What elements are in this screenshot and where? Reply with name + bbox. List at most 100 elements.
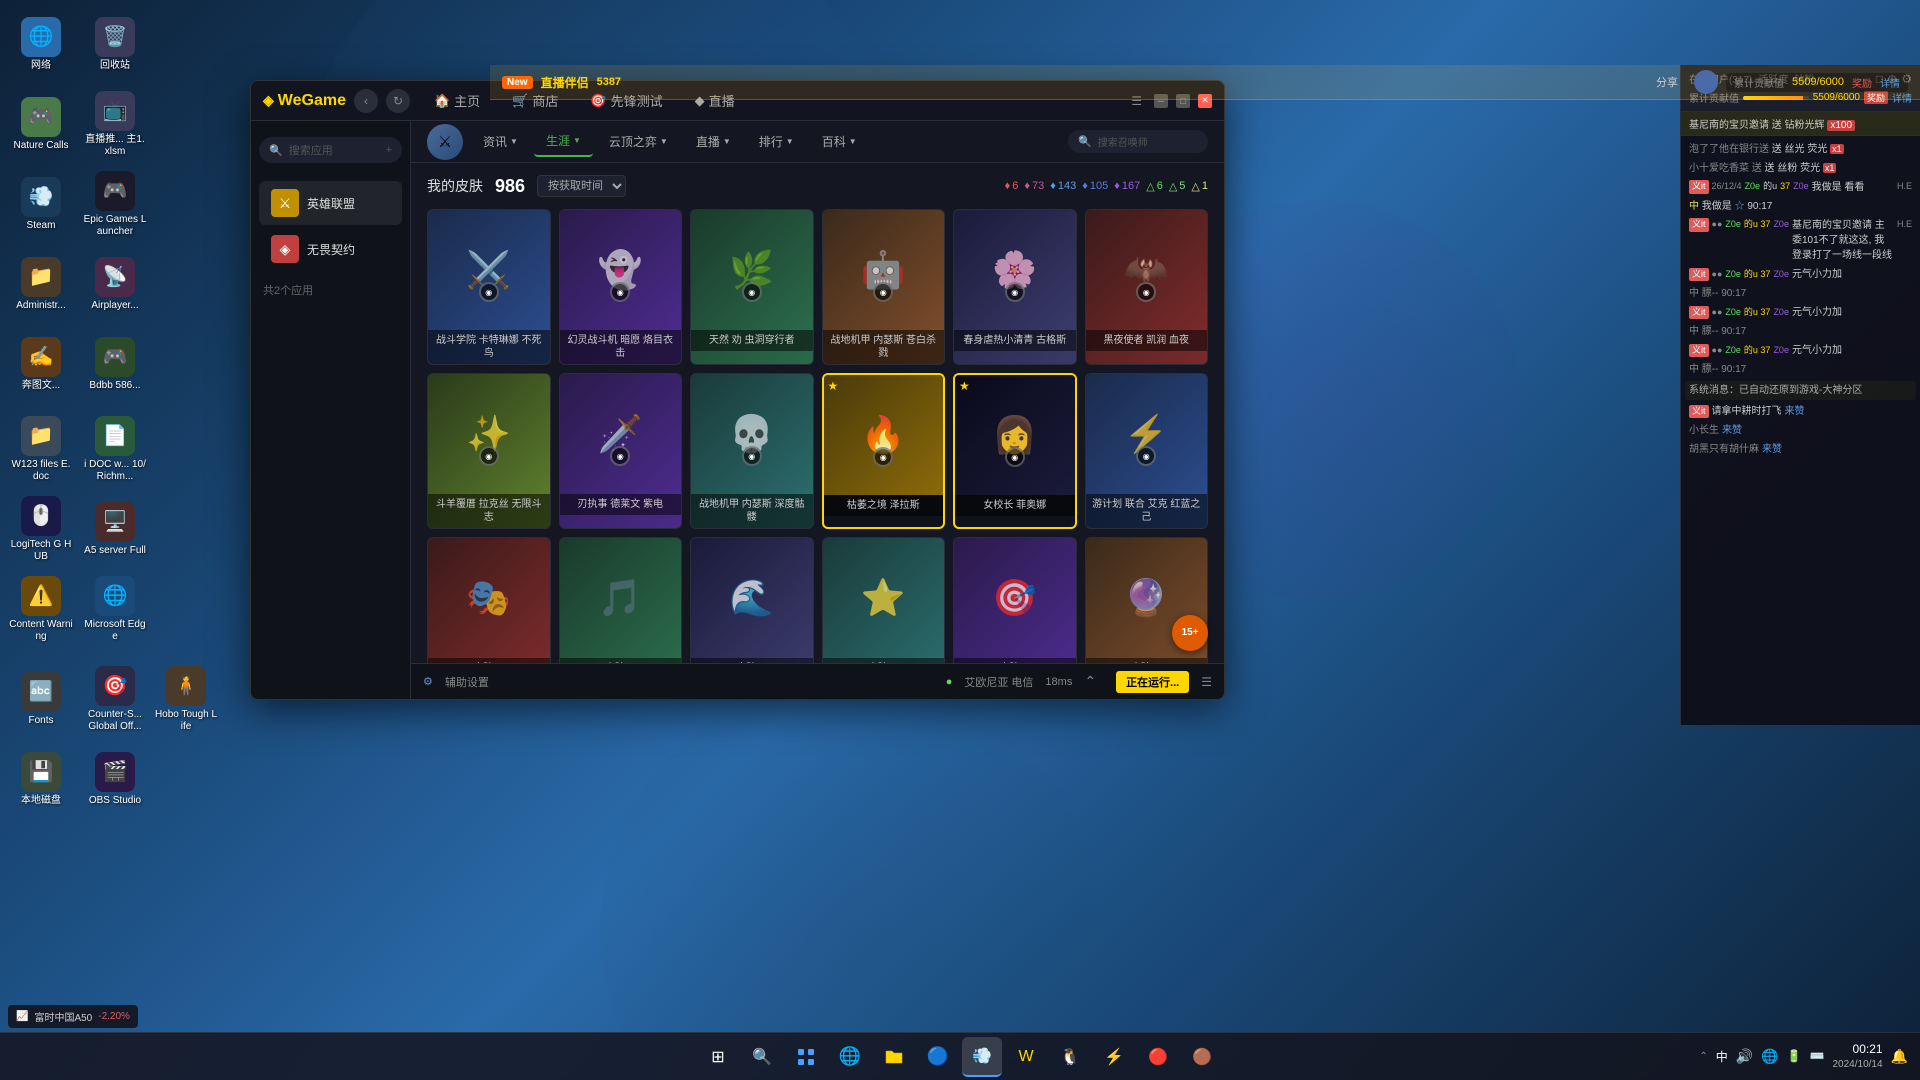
notification-btn[interactable]: 🔔	[1891, 1048, 1908, 1065]
tencent-taskbar-button[interactable]: 🐧	[1050, 1037, 1090, 1077]
back-button[interactable]: ‹	[354, 89, 378, 113]
taskbar: ⊞ 🔍 🌐 🔵 💨 W 🐧 ⚡ 🔴 🟤	[0, 1032, 1920, 1080]
edge-taskbar-button[interactable]: 🌐	[830, 1037, 870, 1077]
subnav-career[interactable]: 生涯 ▼	[534, 126, 593, 157]
desktop-icon-airplayer[interactable]: 📡 Airplayer...	[79, 245, 151, 323]
desktop-icon-stream[interactable]: 📺 直播推... 主1.xlsm	[79, 85, 151, 163]
taskbar-datetime[interactable]: 00:21 2024/10/14	[1833, 1041, 1883, 1072]
desktop-icon-content-warning[interactable]: ⚠️ Content Warning	[5, 570, 77, 648]
skin-card-12[interactable]: ⚡ ◉ 游计划 联合 艾克 红蓝之己	[1085, 373, 1209, 529]
desktop-icon-cs[interactable]: 🎯 Counter-S... Global Off...	[79, 660, 151, 738]
subnav-search[interactable]: 🔍 搜索召唤师	[1068, 130, 1208, 153]
share-label[interactable]: 分享	[1656, 74, 1678, 90]
hidden-icons-button[interactable]: ⌃	[1699, 1051, 1707, 1062]
desktop-icon-network[interactable]: 🌐 网络	[5, 5, 77, 83]
chat-messages: 泡了了他在银行送 送 丝光 荧光 x1 小十爱吃香菜 送 送 丝粉 荧光 x1 …	[1681, 136, 1920, 725]
refresh-button[interactable]: ↻	[386, 89, 410, 113]
skin-card-10[interactable]: ★ 🔥 ◉ 枯萎之境 泽拉斯	[822, 373, 946, 529]
chrome-taskbar-button[interactable]: 🔵	[918, 1037, 958, 1077]
misc1-taskbar-button[interactable]: 🔴	[1138, 1037, 1178, 1077]
like-btn-3[interactable]: 来赞	[1762, 442, 1782, 457]
skin-card-4[interactable]: 🤖 ◉ 战地机甲 内瑟斯 苍白杀戮	[822, 209, 946, 365]
add-icon[interactable]: +	[386, 144, 392, 156]
desktop: 🌐 网络 🗑️ 回收站 🎮 Nature Calls 📺 直播推... 主1.x…	[0, 0, 1920, 1080]
settings-label[interactable]: 辅助设置	[445, 674, 489, 690]
detail-label[interactable]: 详情	[1880, 75, 1900, 90]
skin-card-9[interactable]: 💀 ◉ 战地机甲 内瑟斯 深度骷髅	[690, 373, 814, 529]
wegame-window: ◈ WeGame ‹ ↻ 🏠 主页 🛒 商店 🎯 先锋测试	[250, 80, 1225, 700]
steam-taskbar-button[interactable]: 💨	[962, 1037, 1002, 1077]
volume-icon[interactable]: 🔊	[1736, 1048, 1753, 1065]
subnav-rank[interactable]: 排行 ▼	[747, 127, 806, 156]
stream-avatar	[1694, 70, 1718, 94]
like-btn[interactable]: 来赞	[1785, 404, 1805, 419]
chat-panel: 在线用户(317) 活跃度 钻粉 □ ⊕ ⚙ 累计贡献值 5509/6000 奖…	[1680, 65, 1920, 725]
desktop-icon-recycle[interactable]: 🗑️ 回收站	[79, 5, 151, 83]
wegame-taskbar-button[interactable]: W	[1006, 1037, 1046, 1077]
quantity-badge: x100	[1827, 120, 1855, 131]
skin-card-13[interactable]: 🎭 皮肤13	[427, 537, 551, 663]
desktop-icon-epic[interactable]: 🎮 Epic Games Launcher	[79, 165, 151, 243]
desktop-icon-writer[interactable]: ✍️ 奔图文...	[5, 325, 77, 403]
subnav-live[interactable]: 直播 ▼	[684, 127, 743, 156]
skin-card-2[interactable]: 👻 ◉ 幻灵战斗机 暗愿 烙目衣击	[559, 209, 683, 365]
expand-btn[interactable]: ⌃	[1084, 673, 1096, 690]
skin-card-6[interactable]: 🦇 ◉ 黑夜使者 凯润 血夜	[1085, 209, 1209, 365]
desktop-icon-doc[interactable]: 📄 i DOC w... 10/Richm...	[79, 410, 151, 488]
floating-btn[interactable]: 15+	[1172, 615, 1208, 651]
chat-msg-3: 义it ●● Z0e 的u 37 Z0e 元气小力加	[1685, 265, 1916, 284]
skin-card-3[interactable]: 🌿 ◉ 天然 劝 虫洞穿行者	[690, 209, 814, 365]
keyboard-icon[interactable]: ⌨️	[1810, 1049, 1825, 1063]
sidebar-item-valorant[interactable]: ◈ 无畏契约	[259, 227, 402, 271]
network-icon[interactable]: 🌐	[1761, 1048, 1778, 1065]
skin-card-7[interactable]: ✨ ◉ 斗羊覆厝 拉克丝 无限斗志	[427, 373, 551, 529]
skin-card-16[interactable]: ⭐ 皮肤16	[822, 537, 946, 663]
skin-sort-select[interactable]: 按获取时间	[537, 175, 626, 197]
desktop-icon-fonts[interactable]: 🔤 Fonts	[5, 660, 77, 738]
desktop-icon-as-server[interactable]: 🖥️ A5 server Full	[79, 490, 151, 568]
skin-card-11[interactable]: ★ 👩 ◉ 女校长 菲奥娜	[953, 373, 1077, 529]
status-dot: ●	[946, 676, 953, 688]
desktop-icon-local1[interactable]: 💾 本地磁盘	[5, 740, 77, 818]
subnav-cloud[interactable]: 云顶之弈 ▼	[597, 127, 680, 156]
start-button[interactable]: ⊞	[698, 1037, 738, 1077]
skin-card-5[interactable]: 🌸 ◉ 春身虐热小清青 古格斯	[953, 209, 1077, 365]
desktop-icon-obs[interactable]: 🎬 OBS Studio	[79, 740, 151, 818]
desktop-icon-nature-calls[interactable]: 🎮 Nature Calls	[5, 85, 77, 163]
game-avatar: ⚔	[427, 124, 463, 160]
desktop-icon-w123[interactable]: 📁 W123 files E.doc	[5, 410, 77, 488]
skin-grid: ⚔️ ◉ 战斗学院 卡特琳娜 不死鸟 👻 ◉ 幻灵战斗机 暗愿 烙目衣击	[427, 209, 1208, 663]
stat-5: ♦167	[1114, 180, 1140, 192]
desktop-icon-edge[interactable]: 🌐 Microsoft Edge	[79, 570, 151, 648]
desktop-icon-hobo[interactable]: 🧍 Hobo Tough Life	[150, 660, 222, 738]
skin-card-14[interactable]: 🎵 皮肤14	[559, 537, 683, 663]
nav-home[interactable]: 🏠 主页	[426, 87, 488, 114]
battery-icon[interactable]: 🔋	[1787, 1049, 1802, 1063]
widgets-button[interactable]	[786, 1037, 826, 1077]
desktop-icon-admin[interactable]: 📁 Administr...	[5, 245, 77, 323]
subnav-wiki[interactable]: 百科 ▼	[810, 127, 869, 156]
sidebar-item-lol[interactable]: ⚔ 英雄联盟	[259, 181, 402, 225]
desktop-icon-bdbb[interactable]: 🎮 Bdbb 586...	[79, 325, 151, 403]
chat-msg-gift1: 泡了了他在银行送 送 丝光 荧光 x1	[1685, 140, 1916, 159]
stock-label: 富时中国A50	[34, 1009, 92, 1024]
explorer-taskbar-button[interactable]	[874, 1037, 914, 1077]
sidebar-search[interactable]: 🔍 搜索应用 +	[259, 137, 402, 163]
chat-system-msg: 系统消息：已自动还原到游戏-大神分区	[1685, 381, 1916, 400]
skin-card-8[interactable]: 🗡️ ◉ 刃执事 德莱文 紫电	[559, 373, 683, 529]
skin-card-1[interactable]: ⚔️ ◉ 战斗学院 卡特琳娜 不死鸟	[427, 209, 551, 365]
reward-label[interactable]: 奖励	[1852, 75, 1872, 90]
skin-count: 986	[495, 176, 525, 197]
skin-card-17[interactable]: 🎯 皮肤17	[953, 537, 1077, 663]
running-button[interactable]: 正在运行...	[1116, 671, 1189, 693]
language-indicator[interactable]: 中	[1716, 1048, 1728, 1065]
subnav-news[interactable]: 资讯 ▼	[471, 127, 530, 156]
riot-taskbar-button[interactable]: ⚡	[1094, 1037, 1134, 1077]
misc2-taskbar-button[interactable]: 🟤	[1182, 1037, 1222, 1077]
desktop-icon-logitech[interactable]: 🖱️ LogiTech G HUB	[5, 490, 77, 568]
desktop-icon-steam[interactable]: 💨 Steam	[5, 165, 77, 243]
skin-card-15[interactable]: 🌊 皮肤15	[690, 537, 814, 663]
like-btn-2[interactable]: 来赞	[1722, 423, 1742, 438]
menu-bottom-icon[interactable]: ☰	[1201, 675, 1212, 689]
search-taskbar-button[interactable]: 🔍	[742, 1037, 782, 1077]
